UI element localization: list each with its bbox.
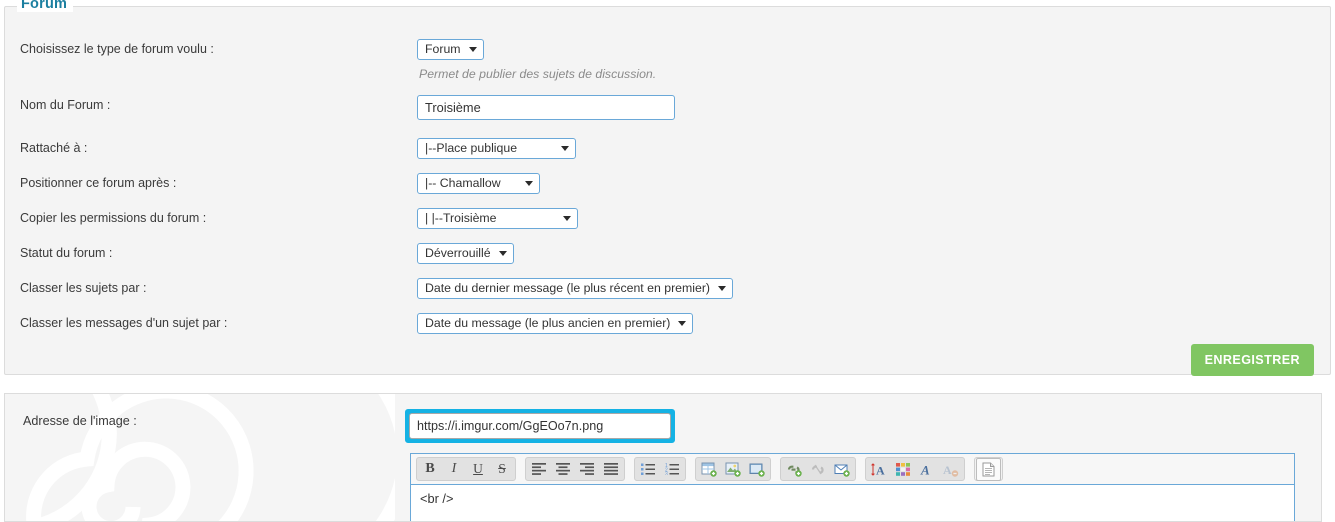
bold-icon[interactable]: B xyxy=(418,458,442,480)
select-sort-topics[interactable]: Date du dernier message (le plus récent … xyxy=(417,278,734,299)
remove-format-icon[interactable]: A xyxy=(939,458,963,480)
label-position-after: Positionner ce forum après : xyxy=(20,176,177,190)
input-forum-name-wrap xyxy=(417,95,675,120)
align-center-icon[interactable] xyxy=(551,458,575,480)
chevron-down-icon xyxy=(718,286,727,291)
select-parent[interactable]: |--Place publique xyxy=(417,138,576,159)
chevron-down-icon xyxy=(563,216,571,221)
select-forum-type[interactable]: Forum xyxy=(417,39,484,60)
forum-settings-panel: Forum Choisissez le type de forum voulu … xyxy=(4,0,1331,376)
page-root: Forum Choisissez le type de forum voulu … xyxy=(0,0,1335,522)
label-forum-type: Choisissez le type de forum voulu : xyxy=(20,42,214,56)
forum-type-hint: Permet de publier des sujets de discussi… xyxy=(419,67,657,81)
select-position-after[interactable]: |-- Chamallow xyxy=(417,173,540,194)
image-url-focus-ring xyxy=(405,409,675,443)
chevron-down-icon xyxy=(561,146,569,151)
svg-text:3: 3 xyxy=(665,472,668,476)
label-status: Statut du forum : xyxy=(20,246,113,260)
font-color-icon[interactable] xyxy=(891,458,915,480)
chevron-down-icon xyxy=(468,47,477,52)
form-row-status: Statut du forum : Déverrouillé xyxy=(5,243,1330,264)
remove-link-icon[interactable] xyxy=(806,458,830,480)
view-source-icon[interactable] xyxy=(976,457,1001,481)
select-parent-value: |--Place publique xyxy=(425,141,518,155)
form-row-forum-type: Choisissez le type de forum voulu : Foru… xyxy=(5,39,1330,60)
toolbar-group-links xyxy=(780,457,856,481)
italic-icon[interactable]: I xyxy=(442,458,466,480)
toolbar-group-font: A A A xyxy=(865,457,965,481)
form-row-forum-name: Nom du Forum : xyxy=(5,95,1330,120)
toolbar-group-alignment xyxy=(525,457,625,481)
label-sort-topics: Classer les sujets par : xyxy=(20,281,147,295)
toolbar-group-lists: 123 xyxy=(634,457,686,481)
form-row-parent: Rattaché à : |--Place publique xyxy=(5,138,1330,159)
label-copy-permissions: Copier les permissions du forum : xyxy=(20,211,207,225)
toolbar-group-source xyxy=(974,457,1003,481)
select-copy-permissions[interactable]: | |--Troisième xyxy=(417,208,578,229)
svg-text:A: A xyxy=(920,462,930,477)
align-right-icon[interactable] xyxy=(575,458,599,480)
label-image-address: Adresse de l'image : xyxy=(23,414,137,428)
select-sort-posts[interactable]: Date du message (le plus ancien en premi… xyxy=(417,313,694,334)
select-status-value: Déverrouillé xyxy=(425,246,491,260)
align-left-icon[interactable] xyxy=(527,458,551,480)
editor-toolbar: B I U S 1 2 3 A A A xyxy=(411,454,1294,485)
bullet-list-icon[interactable] xyxy=(636,458,660,480)
form-row-sort-posts: Classer les messages d'un sujet par : Da… xyxy=(5,313,1330,334)
select-position-after-value: |-- Chamallow xyxy=(425,176,501,190)
insert-link-icon[interactable] xyxy=(782,458,806,480)
image-url-input[interactable] xyxy=(409,413,671,439)
insert-email-icon[interactable] xyxy=(830,458,854,480)
select-forum-type-value: Forum xyxy=(425,42,461,56)
label-parent: Rattaché à : xyxy=(20,141,88,155)
form-row-copy-permissions: Copier les permissions du forum : | |--T… xyxy=(5,208,1330,229)
numbered-list-icon[interactable]: 123 xyxy=(660,458,684,480)
save-button[interactable]: ENREGISTRER xyxy=(1190,344,1314,376)
select-sort-topics-value: Date du dernier message (le plus récent … xyxy=(425,281,711,295)
page-title: Forum xyxy=(17,0,74,12)
align-justify-icon[interactable] xyxy=(599,458,623,480)
svg-text:A: A xyxy=(943,463,952,477)
select-copy-permissions-value: | |--Troisième xyxy=(425,211,497,225)
select-sort-posts-value: Date du message (le plus ancien en premi… xyxy=(425,316,671,330)
editor-content[interactable]: <br /> xyxy=(411,485,1294,512)
toolbar-group-insert xyxy=(695,457,771,481)
insert-table-icon[interactable] xyxy=(697,458,721,480)
insert-media-icon[interactable] xyxy=(745,458,769,480)
forum-name-input[interactable] xyxy=(417,95,675,120)
chevron-down-icon xyxy=(678,321,687,326)
underline-icon[interactable]: U xyxy=(466,458,490,480)
rich-text-editor: B I U S 1 2 3 A A A <br /> xyxy=(410,453,1295,521)
insert-image-icon[interactable] xyxy=(721,458,745,480)
spiral-watermark-decoration xyxy=(26,394,395,521)
form-row-sort-topics: Classer les sujets par : Date du dernier… xyxy=(5,278,1330,299)
select-status[interactable]: Déverrouillé xyxy=(417,243,514,264)
label-forum-name: Nom du Forum : xyxy=(20,98,111,112)
strikethrough-icon[interactable]: S xyxy=(490,458,514,480)
chevron-down-icon xyxy=(525,181,533,186)
image-address-panel: Adresse de l'image : B I U S xyxy=(4,393,1322,522)
toolbar-group-text-style: B I U S xyxy=(416,457,516,481)
label-sort-posts: Classer les messages d'un sujet par : xyxy=(20,316,228,330)
form-row-position-after: Positionner ce forum après : |-- Chamall… xyxy=(5,173,1330,194)
chevron-down-icon xyxy=(498,251,507,256)
font-family-icon[interactable]: A xyxy=(915,458,939,480)
svg-text:A: A xyxy=(876,463,885,477)
font-size-icon[interactable]: A xyxy=(867,458,891,480)
